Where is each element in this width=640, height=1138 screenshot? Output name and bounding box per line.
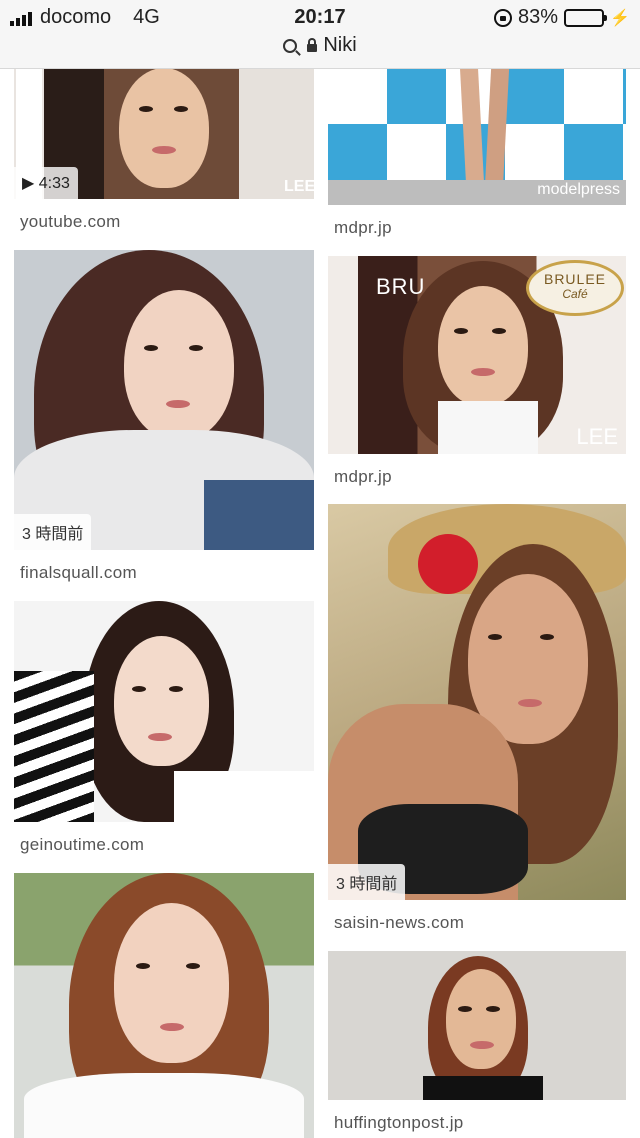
- result-image-saisin[interactable]: 3 時間前: [328, 504, 626, 900]
- video-duration-badge: ▶ 4:33: [14, 167, 78, 199]
- watermark: modelpress: [537, 181, 620, 198]
- url-title: Niki: [323, 34, 357, 56]
- rotation-lock-icon: [494, 8, 513, 27]
- source-label[interactable]: finalsquall.com: [20, 563, 137, 583]
- flower-icon: [418, 534, 478, 594]
- result-image-mdpr-2[interactable]: BRU BRULEE Café LEE: [328, 256, 626, 454]
- time-badge: 3 時間前: [328, 864, 406, 900]
- lock-icon: [307, 37, 318, 52]
- result-image-geinoutime[interactable]: [14, 601, 314, 822]
- source-label[interactable]: geinoutime.com: [20, 835, 144, 855]
- result-image-bottom-left[interactable]: [14, 873, 314, 1138]
- status-bar: docomo 4G 20:17 83% ⚡ Niki: [0, 0, 640, 69]
- source-label[interactable]: youtube.com: [20, 212, 121, 232]
- battery-percent: 83%: [518, 6, 559, 28]
- source-label[interactable]: mdpr.jp: [334, 467, 392, 487]
- play-icon: ▶: [22, 175, 39, 192]
- status-right: 83% ⚡: [494, 6, 630, 29]
- wall-text-2: LEE: [576, 424, 618, 449]
- search-icon: [283, 38, 298, 53]
- result-image-finalsquall[interactable]: 3 時間前: [14, 250, 314, 550]
- source-label[interactable]: saisin-news.com: [334, 913, 464, 933]
- brulee-sign: BRULEE Café: [526, 260, 624, 316]
- result-image-mdpr-1[interactable]: modelpress: [328, 68, 626, 205]
- charging-icon: ⚡: [610, 9, 630, 27]
- battery-icon: [564, 8, 608, 27]
- source-label[interactable]: mdpr.jp: [334, 218, 392, 238]
- wall-text: BRU: [376, 274, 426, 299]
- result-image-youtube[interactable]: LEE ▶ 4:33: [14, 68, 314, 199]
- result-image-huffingtonpost[interactable]: [328, 951, 626, 1100]
- url-bar[interactable]: Niki: [0, 34, 640, 57]
- time-badge: 3 時間前: [14, 514, 92, 550]
- source-label[interactable]: huffingtonpost.jp: [334, 1113, 464, 1133]
